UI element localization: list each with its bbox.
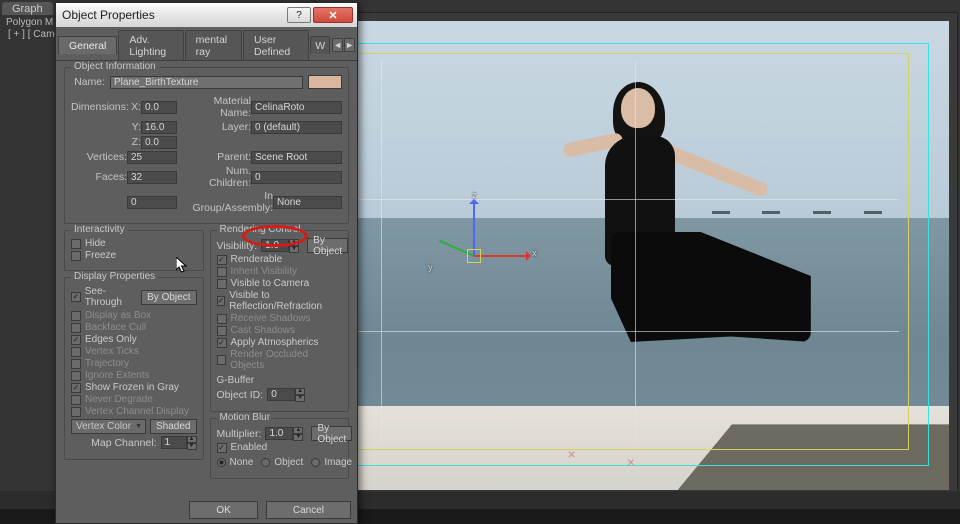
dialog-titlebar[interactable]: Object Properties ? ✕ (56, 3, 357, 27)
chk-edges-only[interactable]: Edges Only (71, 334, 197, 345)
group-rendering-control: Rendering Control Visibility: 1.0 ▲▼ By … (210, 230, 350, 412)
dim-z: 0.0 (141, 136, 177, 149)
chk-receive-shadows[interactable]: Receive Shadows (217, 313, 343, 324)
help-button[interactable]: ? (287, 7, 311, 23)
tab-user-defined[interactable]: User Defined (243, 30, 309, 60)
cancel-button[interactable]: Cancel (266, 501, 351, 519)
radio-mb-object[interactable]: Object (261, 457, 303, 468)
dim-x: 0.0 (141, 101, 177, 114)
btn-display-by-object[interactable]: By Object (141, 290, 196, 305)
chk-inherit-visibility[interactable]: Inherit Visibility (217, 266, 343, 277)
group-object-information: Object Information Name: Plane_BirthText… (64, 67, 349, 224)
close-button[interactable]: ✕ (313, 7, 353, 23)
spinner-map-channel[interactable]: 1 ▲▼ (161, 436, 197, 450)
chk-display-as-box[interactable]: Display as Box (71, 310, 197, 321)
faces: 32 (127, 171, 177, 184)
tab-overflow[interactable]: W (310, 36, 330, 54)
dialog-tabs: General Adv. Lighting mental ray User De… (56, 27, 357, 61)
marker-cross: × (567, 446, 575, 462)
btn-render-by-object[interactable]: By Object (307, 238, 348, 253)
chk-visible-to-reflection[interactable]: Visible to Reflection/Refraction (217, 290, 343, 312)
name-field[interactable]: Plane_BirthTexture (110, 76, 303, 89)
in-group: None (273, 196, 342, 209)
object-properties-dialog[interactable]: Object Properties ? ✕ General Adv. Light… (55, 2, 358, 524)
tab-adv-lighting[interactable]: Adv. Lighting (118, 30, 183, 60)
group-interactivity: Interactivity Hide Freeze (64, 230, 204, 271)
radio-mb-none[interactable]: None (217, 457, 254, 468)
tab-mental-ray[interactable]: mental ray (185, 30, 242, 60)
group-display-properties: Display Properties See-Through By Object… (64, 277, 204, 460)
layer: 0 (default) (251, 121, 342, 134)
chk-show-frozen-gray[interactable]: Show Frozen in Gray (71, 382, 197, 393)
chk-see-through[interactable]: See-Through (71, 286, 141, 308)
group-motion-blur: Motion Blur Multiplier: 1.0 ▲▼ By Object… (210, 418, 350, 479)
btn-shaded[interactable]: Shaded (150, 419, 196, 434)
dialog-title: Object Properties (62, 8, 155, 22)
chk-apply-atmospherics[interactable]: Apply Atmospherics (217, 337, 343, 348)
dim-y: 16.0 (141, 121, 177, 134)
chk-freeze[interactable]: Freeze (71, 250, 197, 261)
btn-mb-by-object[interactable]: By Object (311, 426, 352, 441)
chk-vertex-ticks[interactable]: Vertex Ticks (71, 346, 197, 357)
chk-cast-shadows[interactable]: Cast Shadows (217, 325, 343, 336)
tab-general[interactable]: General (58, 36, 117, 54)
chk-visible-to-camera[interactable]: Visible to Camera (217, 278, 343, 289)
ok-button[interactable]: OK (189, 501, 257, 519)
bg-tab-graph[interactable]: Graph (2, 2, 53, 15)
radio-mb-image[interactable]: Image (311, 457, 352, 468)
tab-scroll-right[interactable]: ► (344, 38, 355, 52)
chk-render-occluded[interactable]: Render Occluded Objects (217, 349, 343, 371)
chk-hide[interactable]: Hide (71, 238, 197, 249)
chk-never-degrade[interactable]: Never Degrade (71, 394, 197, 405)
chk-vertex-channel-display[interactable]: Vertex Channel Display (71, 406, 197, 417)
object-color-swatch[interactable] (308, 75, 342, 89)
transform-gizmo[interactable]: z x y (474, 256, 475, 257)
chk-ignore-extents[interactable]: Ignore Extents (71, 370, 197, 381)
spinner-object-id[interactable]: 0 ▲▼ (267, 388, 305, 402)
spinner-visibility[interactable]: 1.0 ▲▼ (261, 239, 299, 253)
num-children: 0 (251, 171, 342, 184)
chk-backface-cull[interactable]: Backface Cull (71, 322, 197, 333)
marker-cross: × (627, 454, 635, 470)
select-vertex-color[interactable]: Vertex Color (71, 419, 146, 434)
spinner-multiplier[interactable]: 1.0 ▲▼ (265, 427, 303, 441)
parent: Scene Root (251, 151, 342, 164)
vertices: 25 (127, 151, 177, 164)
material-name: CelinaRoto (251, 101, 342, 114)
tab-scroll-left[interactable]: ◄ (332, 38, 343, 52)
blank-field: 0 (127, 196, 177, 209)
chk-trajectory[interactable]: Trajectory (71, 358, 197, 369)
